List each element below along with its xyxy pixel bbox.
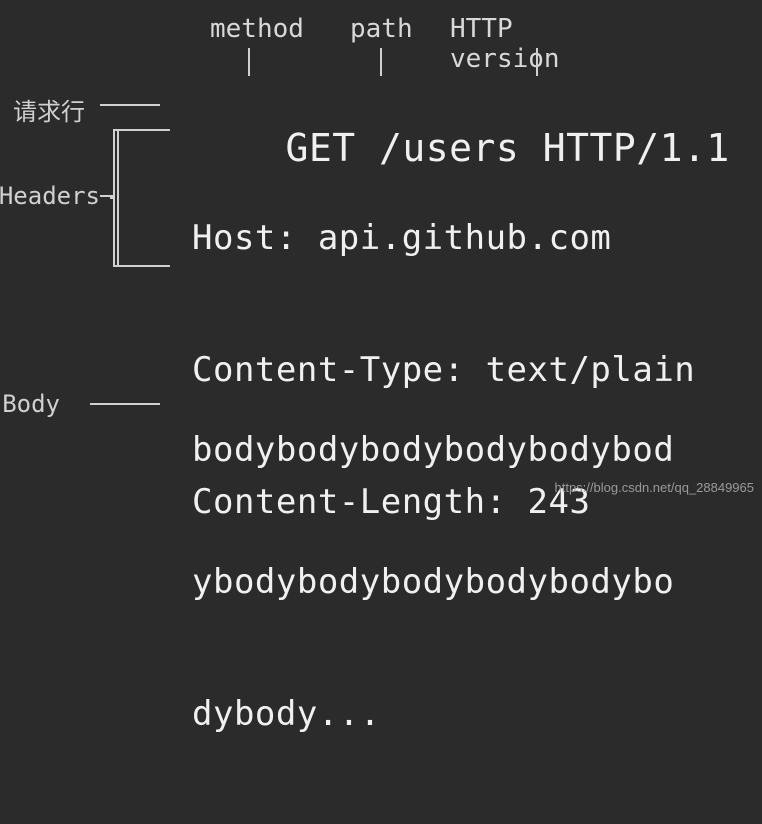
- bracket-headers-tip: [100, 195, 114, 197]
- body-line-2: ybodybodybodybodybodybo: [192, 560, 674, 604]
- body-line-1: bodybodybodybodybodybod: [192, 428, 674, 472]
- label-body: Body: [0, 390, 60, 418]
- diagram-root: method path HTTP version 请求行 GET /users …: [0, 0, 762, 501]
- label-method: method: [210, 14, 304, 44]
- body-block: bodybodybodybodybodybod ybodybodybodybod…: [192, 340, 674, 824]
- label-path: path: [350, 14, 413, 44]
- watermark: https://blog.csdn.net/qq_28849965: [555, 480, 755, 495]
- tick-method: [248, 48, 250, 76]
- body-line-3: dybody...: [192, 692, 674, 736]
- label-request-line: 请求行: [0, 92, 85, 127]
- connector-request-line: [100, 104, 160, 106]
- header-host: Host: api.github.com: [192, 216, 695, 260]
- connector-body: [90, 403, 160, 405]
- label-headers: Headers: [0, 182, 100, 210]
- tick-path: [380, 48, 382, 76]
- tick-version: [536, 48, 538, 76]
- bracket-headers: [110, 128, 180, 268]
- label-version: HTTP version: [450, 14, 560, 74]
